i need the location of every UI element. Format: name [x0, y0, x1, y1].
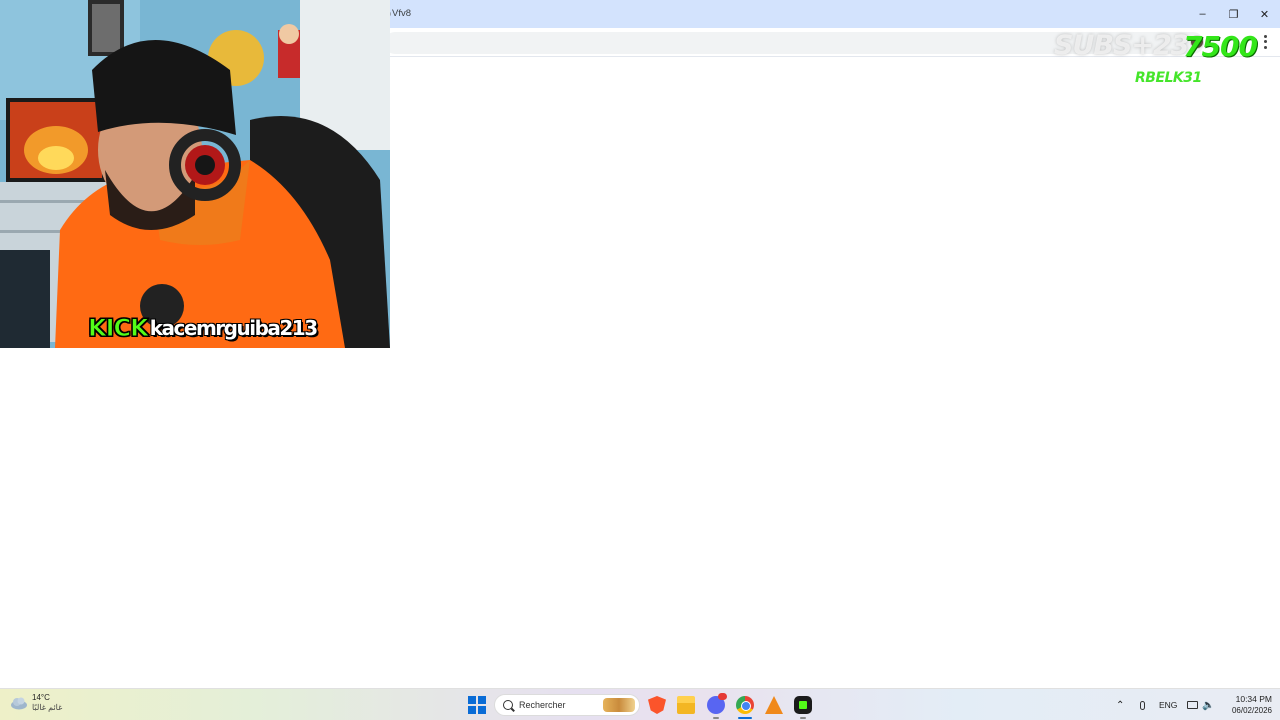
cloudy-weather-icon [11, 697, 27, 710]
address-text[interactable]: Vfv8 [392, 8, 411, 19]
search-placeholder: Rechercher [519, 700, 566, 710]
tray-overflow-chevron-icon[interactable]: ⌃ [1116, 689, 1124, 720]
close-icon[interactable]: ✕ [1249, 0, 1280, 28]
kick-app-icon[interactable] [794, 696, 812, 714]
brave-icon[interactable] [648, 696, 666, 714]
search-highlight-image [603, 698, 635, 712]
clock-time: 10:34 PM [1235, 694, 1272, 704]
latest-subscriber: RBELK31 [1135, 70, 1202, 86]
kebab-menu-icon[interactable] [1260, 34, 1270, 50]
active-app-indicator [738, 717, 752, 719]
webcam-feed: KICK kacemrguiba213 [0, 0, 390, 348]
running-indicator [800, 717, 806, 719]
restore-icon[interactable]: ❐ [1218, 0, 1249, 28]
microphone-icon[interactable] [1137, 689, 1147, 720]
kick-logo: KICK [88, 314, 150, 343]
chrome-icon[interactable] [736, 696, 754, 714]
minimize-icon[interactable]: – [1187, 0, 1218, 28]
start-button[interactable] [468, 696, 486, 714]
running-indicator [713, 717, 719, 719]
screen: – ❐ ✕ Vfv8 SUBS+23 7500 RBELK31 KICK kac… [0, 0, 1280, 720]
kick-username-label: KICK kacemrguiba213 [88, 314, 319, 343]
notification-badge [718, 693, 727, 700]
weather-temp: 14°C [32, 693, 50, 702]
taskbar-search[interactable]: Rechercher [494, 694, 640, 716]
network-icon[interactable] [1187, 689, 1199, 720]
kick-username: kacemrguiba213 [149, 316, 318, 340]
webcam-image [0, 0, 390, 348]
weather-description: غائم غالبًا [32, 703, 63, 712]
file-explorer-icon[interactable] [677, 696, 695, 714]
goal-counter: 7500 [1183, 30, 1258, 63]
weather-text: 14°C غائم غالبًا [32, 693, 62, 713]
subs-counter: SUBS+23 [1054, 30, 1190, 61]
taskbar: 14°C غائم غالبًا Rechercher ⌃ ENG 🔈 10:3… [0, 688, 1280, 720]
window-controls: – ❐ ✕ [1187, 0, 1280, 28]
volume-icon[interactable]: 🔈 [1202, 689, 1214, 720]
system-clock[interactable]: 10:34 PM 06/02/2026 [1222, 689, 1272, 720]
language-indicator[interactable]: ENG [1159, 689, 1177, 720]
gimp-icon[interactable] [765, 696, 783, 714]
weather-widget[interactable]: 14°C غائم غالبًا [10, 693, 62, 713]
clock-date: 06/02/2026 [1231, 706, 1272, 715]
search-icon [503, 700, 513, 710]
